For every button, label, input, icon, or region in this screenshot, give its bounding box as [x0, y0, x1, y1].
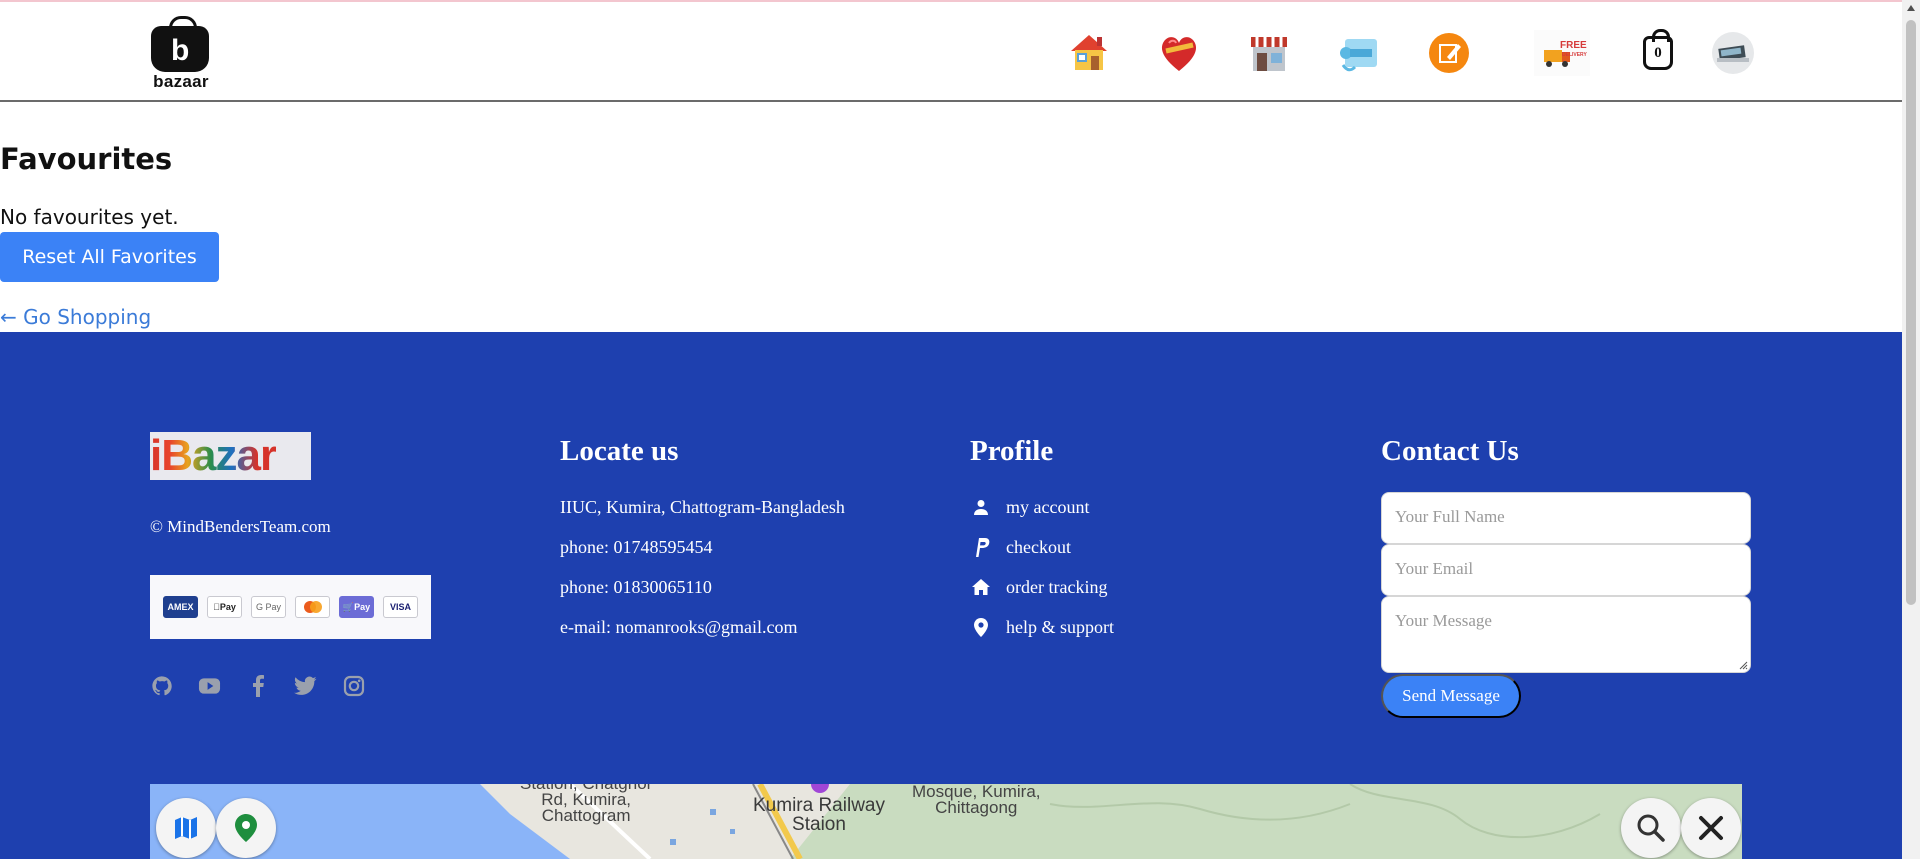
- map-close-button[interactable]: [1681, 798, 1741, 858]
- bazaar-logo[interactable]: b bazaar: [148, 16, 214, 91]
- facebook-icon[interactable]: [246, 674, 269, 697]
- user-icon: [970, 496, 992, 518]
- message-placeholder: Your Message: [1395, 611, 1492, 630]
- amex-icon: AMEX: [163, 596, 198, 618]
- map-view-button[interactable]: [156, 798, 216, 858]
- logo-letter: b: [171, 34, 190, 67]
- empty-message: No favourites yet.: [0, 205, 179, 229]
- map-label-station: Station, Chatghor Rd, Kumira, Chattogram: [520, 784, 652, 824]
- home-icon[interactable]: [1066, 30, 1112, 76]
- map-pin-icon: [235, 814, 257, 842]
- twitter-icon[interactable]: [294, 674, 317, 697]
- location-map[interactable]: Station, Chatghor Rd, Kumira, Chattogram…: [150, 784, 1742, 859]
- resize-handle-icon[interactable]: [1738, 660, 1748, 670]
- brand-name: iBazar: [150, 432, 277, 480]
- github-icon[interactable]: [150, 674, 173, 697]
- checkout-label: checkout: [1006, 536, 1071, 557]
- free-label: FREE: [1560, 40, 1587, 51]
- my-location-button[interactable]: [216, 798, 276, 858]
- map-fold-icon: [175, 817, 197, 839]
- visa-icon: VISA: [383, 596, 418, 618]
- help-support-label: help & support: [1006, 616, 1114, 637]
- apple-glyph: : [213, 602, 220, 612]
- google-pay-icon: G Pay: [251, 596, 286, 618]
- logo-text: bazaar: [153, 72, 209, 91]
- shopping-bag-icon[interactable]: 0: [1635, 29, 1681, 76]
- checkout-link[interactable]: checkout: [970, 536, 1071, 558]
- google-pay-label: G Pay: [255, 602, 281, 612]
- ibazar-logo[interactable]: iBazar: [150, 432, 311, 480]
- map-label-railway: Kumira Railway Staion: [753, 796, 885, 834]
- help-support-link[interactable]: help & support: [970, 616, 1114, 638]
- map-search-button[interactable]: [1621, 798, 1681, 858]
- shop-pay-icon: 🛒 Pay: [339, 596, 374, 618]
- locate-title: Locate us: [560, 435, 679, 467]
- avatar-laptop-icon[interactable]: [1710, 30, 1756, 76]
- address-text: IIUC, Kumira, Chattogram-Bangladesh: [560, 497, 845, 517]
- youtube-icon[interactable]: [198, 674, 221, 697]
- scrollbar-thumb[interactable]: [1906, 20, 1916, 605]
- visa-label: VISA: [389, 602, 411, 612]
- map-label-mosque: Mosque, Kumira, Chittagong: [912, 784, 1041, 816]
- home-icon: [970, 576, 992, 598]
- copyright: © MindBendersTeam.com: [150, 517, 331, 536]
- main-nav: FREE DELIVERY 0: [1066, 29, 1756, 76]
- map-label-station-line3: Chattogram: [541, 806, 631, 825]
- map-label-railway-line2: Staion: [792, 814, 846, 835]
- logo-bag-icon: b: [151, 16, 209, 72]
- phone-1[interactable]: phone: 01748595454: [560, 537, 713, 558]
- contact-scroll-icon[interactable]: [1336, 30, 1382, 76]
- payment-methods: AMEX Pay G Pay 🛒Pay VISA: [150, 575, 431, 639]
- site-header: b bazaar FREE DELIVERY 0: [0, 2, 1902, 102]
- delivery-label: DELIVERY: [1562, 52, 1587, 58]
- send-message-button[interactable]: Send Message: [1381, 674, 1521, 718]
- order-tracking-label: order tracking: [1006, 576, 1108, 597]
- brand-text: iBazar: [150, 432, 277, 480]
- cart-count: 0: [1643, 29, 1673, 70]
- apple-pay-icon: Pay: [207, 596, 242, 618]
- amex-label: AMEX: [167, 602, 194, 612]
- email-link[interactable]: e-mail: nomanrooks@gmail.com: [560, 617, 798, 638]
- free-delivery-truck-icon[interactable]: FREE DELIVERY: [1534, 30, 1590, 76]
- page-title: Favourites: [0, 142, 173, 176]
- order-tracking-link[interactable]: order tracking: [970, 576, 1107, 598]
- my-account-link[interactable]: my account: [970, 496, 1089, 518]
- shop-glyph: 🛒: [342, 601, 355, 612]
- go-shopping-link[interactable]: ← Go Shopping: [0, 305, 151, 329]
- phone-2[interactable]: phone: 01830065110: [560, 577, 712, 598]
- search-icon: [1637, 814, 1665, 842]
- edit-badge-icon[interactable]: [1426, 30, 1472, 76]
- map-label-railway-line1: Kumira Railway: [753, 795, 885, 816]
- my-account-label: my account: [1006, 496, 1090, 517]
- shop-pay-label: Pay: [354, 602, 371, 612]
- instagram-icon[interactable]: [342, 674, 365, 697]
- message-textarea[interactable]: Your Message: [1381, 596, 1751, 673]
- map-label-mosque-line2: Chittagong: [935, 798, 1018, 817]
- profile-title: Profile: [970, 435, 1054, 467]
- apple-pay-label: Pay: [216, 602, 236, 612]
- full-name-input[interactable]: Your Full Name: [1381, 492, 1751, 544]
- location-pin-icon: [970, 616, 992, 638]
- site-footer: iBazar © MindBendersTeam.com AMEX Pay G…: [0, 332, 1902, 859]
- close-icon: [1699, 816, 1723, 840]
- social-links: [150, 674, 365, 697]
- email-input[interactable]: Your Email: [1381, 544, 1751, 596]
- contact-title: Contact Us: [1381, 435, 1519, 467]
- page-scrollbar[interactable]: [1902, 0, 1920, 859]
- heart-icon[interactable]: [1156, 30, 1202, 76]
- storefront-icon[interactable]: [1246, 30, 1292, 76]
- mastercard-icon: [295, 596, 330, 618]
- reset-favorites-button[interactable]: Reset All Favorites: [0, 232, 219, 282]
- scroll-up-icon[interactable]: [1907, 5, 1915, 11]
- paypal-icon: [970, 536, 992, 558]
